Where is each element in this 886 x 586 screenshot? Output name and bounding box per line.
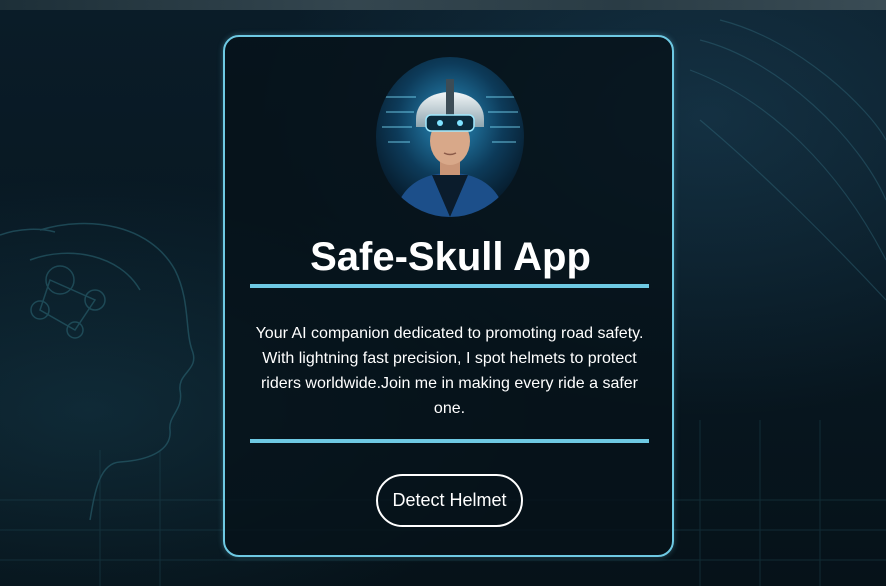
avatar — [376, 57, 524, 217]
title-divider — [250, 284, 649, 288]
intro-card: Safe-Skull App Your AI companion dedicat… — [223, 35, 674, 557]
tagline-divider — [250, 439, 649, 443]
helmeted-rider-avatar-icon — [376, 57, 524, 217]
detect-helmet-button[interactable]: Detect Helmet — [376, 474, 523, 527]
app-title: Safe-Skull App — [310, 235, 591, 279]
app-tagline: Your AI companion dedicated to promoting… — [255, 325, 644, 417]
